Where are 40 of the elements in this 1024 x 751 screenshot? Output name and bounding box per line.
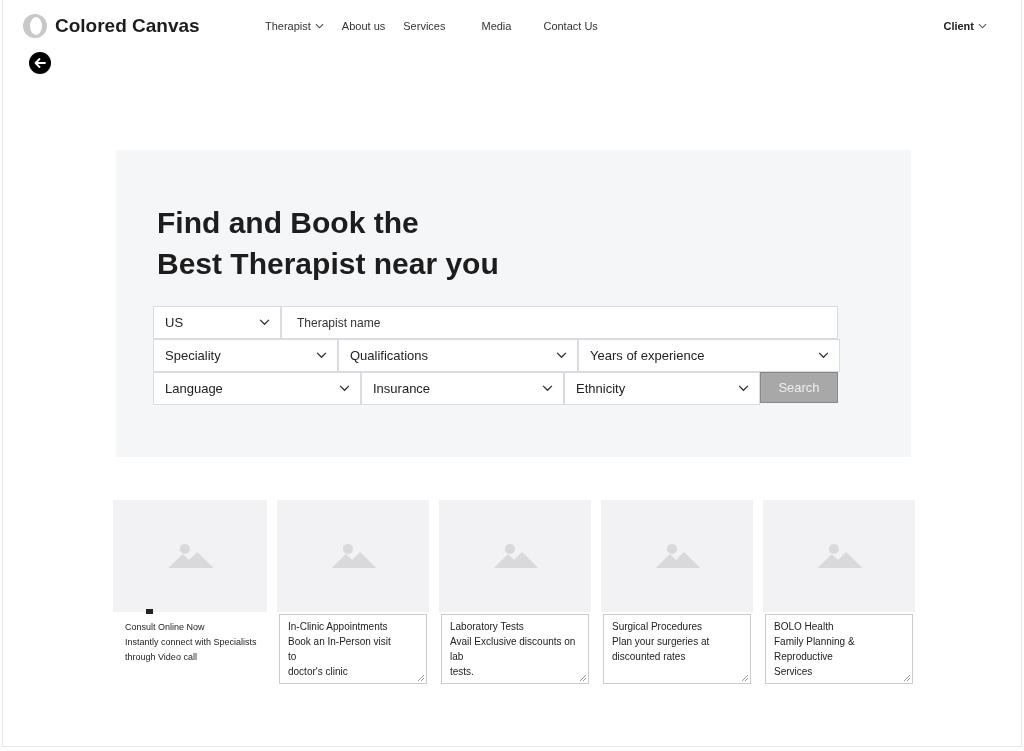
chevron-down-icon — [259, 319, 270, 326]
dropdown-field[interactable]: Ethnicity — [564, 372, 760, 405]
resize-grip-icon — [579, 674, 587, 682]
dropdown-field[interactable]: Qualifications — [338, 339, 578, 372]
nav-link[interactable]: Services — [403, 20, 446, 32]
chevron-down-icon — [316, 352, 327, 359]
card-text: Consult Online Now Instantly connect with Specialists through Video call — [124, 621, 258, 664]
nav-link[interactable]: Contact Us — [543, 20, 598, 32]
dropdown-field[interactable]: Speciality — [153, 339, 338, 372]
chevron-down-icon — [738, 385, 749, 392]
brand-name[interactable]: Colored Canvas — [55, 15, 200, 37]
chevron-down-icon — [339, 385, 350, 392]
name-input-field[interactable]: Therapist name — [281, 306, 838, 339]
nav-link[interactable]: Media — [481, 20, 512, 32]
card-text-area[interactable]: In-Clinic Appointments Book an In-Person visit to doctor's clinic — [279, 614, 427, 684]
nav-link[interactable]: About us — [341, 20, 386, 32]
account-menu[interactable]: Client — [943, 20, 987, 32]
dropdown-field[interactable]: US — [153, 306, 281, 339]
resize-grip-icon — [741, 674, 749, 682]
dropdown-field[interactable]: Insurance — [361, 372, 564, 405]
card-text-area[interactable]: BOLO Health Family Planning & Reproductive Services — [765, 614, 913, 684]
square-icon — [146, 609, 153, 614]
chevron-down-icon — [556, 352, 567, 359]
service-card[interactable]: Laboratory Tests Avail Exclusive discounts on lab tests. — [439, 500, 591, 684]
logo-icon — [23, 14, 47, 38]
chevron-down-icon — [978, 23, 987, 29]
hero-title: Find and Book the — [157, 205, 419, 241]
chevron-down-icon — [818, 352, 829, 359]
hero-title: Best Therapist near you — [157, 246, 499, 282]
resize-grip-icon — [903, 674, 911, 682]
dropdown-field[interactable]: Language — [153, 372, 361, 405]
service-card[interactable]: In-Clinic Appointments Book an In-Person visit to doctor's clinic — [277, 500, 429, 684]
card-text-area[interactable]: Surgical Procedures Plan your surgeries at discounted rates — [603, 614, 751, 684]
chevron-down-icon — [542, 385, 553, 392]
service-card[interactable]: BOLO Health Family Planning & Reproductive Services — [763, 500, 915, 684]
dropdown-field[interactable]: Years of experience — [578, 339, 840, 372]
card-text-area[interactable]: Laboratory Tests Avail Exclusive discounts on lab tests. — [441, 614, 589, 684]
service-card[interactable]: Surgical Procedures Plan your surgeries at discounted rates — [601, 500, 753, 684]
nav-link[interactable]: Therapist — [265, 20, 324, 32]
resize-grip-icon — [417, 674, 425, 682]
